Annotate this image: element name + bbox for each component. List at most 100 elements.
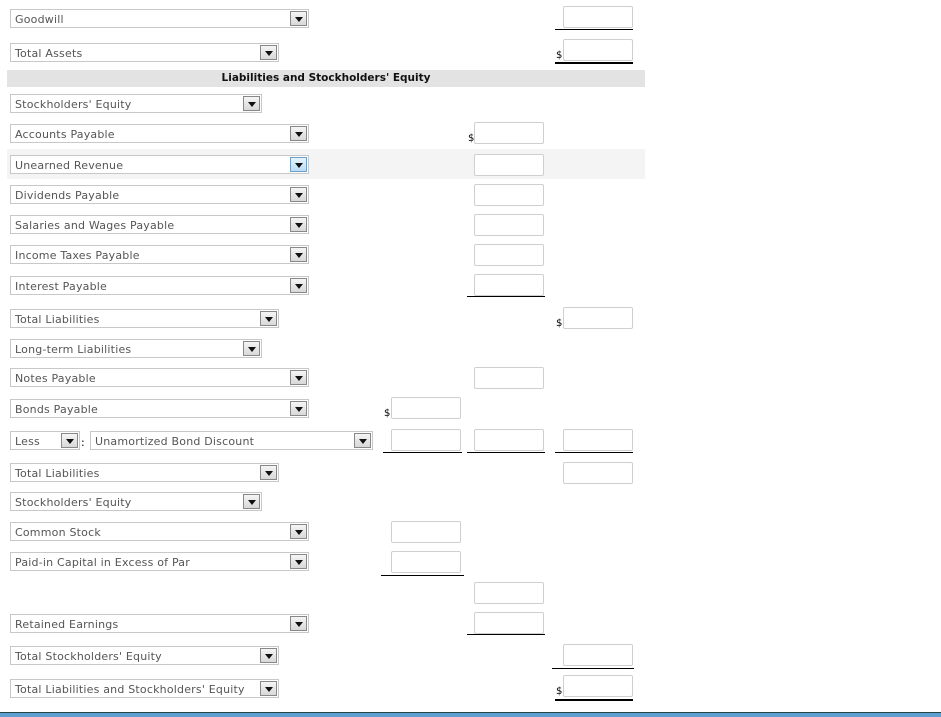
account-select-total-liabilities-equity[interactable]: Total Liabilities and Stockholders' Equi… <box>10 679 279 698</box>
amount-input-income-taxes-payable[interactable] <box>474 244 544 266</box>
amount-input-long-term-total[interactable] <box>563 429 633 451</box>
taskbar <box>0 712 941 717</box>
amount-input-paid-in-total[interactable] <box>474 582 544 604</box>
select-label: Long-term Liabilities <box>15 343 132 356</box>
chevron-down-icon[interactable] <box>260 45 277 60</box>
double-underline <box>555 699 633 701</box>
account-select-section-2[interactable]: Long-term Liabilities <box>10 339 262 358</box>
chevron-down-icon[interactable] <box>61 433 78 448</box>
chevron-down-icon[interactable] <box>260 311 277 326</box>
chevron-down-icon[interactable] <box>290 370 307 385</box>
chevron-down-icon[interactable] <box>260 681 277 696</box>
dollar-sign: $ <box>556 686 563 697</box>
select-label: Stockholders' Equity <box>15 98 132 111</box>
select-label: Stockholders' Equity <box>15 496 132 509</box>
chevron-down-icon[interactable] <box>290 524 307 539</box>
amount-input-salaries-payable[interactable] <box>474 214 544 236</box>
amount-input-bond-discount[interactable] <box>391 429 461 451</box>
account-select-bond-discount[interactable]: Unamortized Bond Discount <box>90 431 373 450</box>
chevron-down-icon[interactable] <box>290 217 307 232</box>
amount-input-total-assets[interactable] <box>563 39 633 61</box>
chevron-down-icon[interactable] <box>260 648 277 663</box>
select-label: Total Assets <box>15 47 83 60</box>
chevron-down-icon[interactable] <box>290 126 307 141</box>
underline <box>555 29 633 30</box>
chevron-down-icon[interactable] <box>290 616 307 631</box>
account-select-retained-earnings[interactable]: Retained Earnings <box>10 614 309 633</box>
account-select-income-taxes-payable[interactable]: Income Taxes Payable <box>10 245 309 264</box>
select-label: Paid-in Capital in Excess of Par <box>15 556 190 569</box>
chevron-down-icon[interactable] <box>243 96 260 111</box>
chevron-down-icon[interactable] <box>290 554 307 569</box>
chevron-down-icon[interactable] <box>290 187 307 202</box>
amount-input-paid-in-capital[interactable] <box>391 551 461 573</box>
account-select-total-assets[interactable]: Total Assets <box>10 43 279 62</box>
select-label: Common Stock <box>15 526 101 539</box>
section-header: Liabilities and Stockholders' Equity <box>7 70 645 87</box>
amount-input-goodwill[interactable] <box>563 6 633 28</box>
account-select-goodwill[interactable]: Goodwill <box>10 9 309 28</box>
account-select-notes-payable[interactable]: Notes Payable <box>10 368 309 387</box>
select-label: Goodwill <box>15 13 64 26</box>
select-label: Total Stockholders' Equity <box>15 650 162 663</box>
colon-separator: : <box>81 436 85 449</box>
account-select-total-liabilities[interactable]: Total Liabilities <box>10 463 279 482</box>
account-select-section-1[interactable]: Stockholders' Equity <box>10 94 262 113</box>
account-select-dividends-payable[interactable]: Dividends Payable <box>10 185 309 204</box>
account-select-salaries-payable[interactable]: Salaries and Wages Payable <box>10 215 309 234</box>
amount-input-total-liabilities[interactable] <box>563 462 633 484</box>
select-label: Notes Payable <box>15 372 96 385</box>
less-select[interactable]: Less <box>10 431 80 450</box>
underline <box>467 296 545 297</box>
account-select-unearned-revenue[interactable]: Unearned Revenue <box>10 155 309 174</box>
select-label: Unearned Revenue <box>15 159 124 172</box>
account-select-total-current-liabilities[interactable]: Total Liabilities <box>10 309 279 328</box>
account-select-common-stock[interactable]: Common Stock <box>10 522 309 541</box>
chevron-down-icon[interactable] <box>243 494 260 509</box>
amount-input-retained-earnings[interactable] <box>474 612 544 634</box>
amount-input-total-liabilities-equity[interactable] <box>563 675 633 697</box>
dollar-sign: $ <box>556 318 563 329</box>
select-label: Accounts Payable <box>15 128 115 141</box>
chevron-down-icon[interactable] <box>290 11 307 26</box>
amount-input-common-stock[interactable] <box>391 521 461 543</box>
underline <box>467 634 545 635</box>
chevron-down-icon[interactable] <box>290 247 307 262</box>
account-select-interest-payable[interactable]: Interest Payable <box>10 276 309 295</box>
chevron-down-icon[interactable] <box>260 465 277 480</box>
amount-input-total-current-liabilities[interactable] <box>563 307 633 329</box>
select-label: Less <box>15 435 40 448</box>
select-label: Total Liabilities <box>15 467 100 480</box>
account-select-total-equity[interactable]: Total Stockholders' Equity <box>10 646 279 665</box>
select-label: Total Liabilities <box>15 313 100 326</box>
amount-input-carrying-value[interactable] <box>474 429 544 451</box>
dollar-sign: $ <box>384 408 391 419</box>
amount-input-unearned-revenue[interactable] <box>474 154 544 176</box>
amount-input-interest-payable[interactable] <box>474 274 544 296</box>
select-label: Retained Earnings <box>15 618 119 631</box>
chevron-down-icon[interactable] <box>290 157 307 172</box>
select-label: Salaries and Wages Payable <box>15 219 175 232</box>
underline <box>467 452 545 453</box>
double-underline <box>555 62 633 64</box>
chevron-down-icon[interactable] <box>290 401 307 416</box>
select-label: Bonds Payable <box>15 403 98 416</box>
account-select-accounts-payable[interactable]: Accounts Payable <box>10 124 309 143</box>
amount-input-notes-payable[interactable] <box>474 367 544 389</box>
select-label: Interest Payable <box>15 280 108 293</box>
account-select-paid-in-capital[interactable]: Paid-in Capital in Excess of Par <box>10 552 309 571</box>
account-select-bonds-payable[interactable]: Bonds Payable <box>10 399 309 418</box>
select-label: Unamortized Bond Discount <box>95 435 255 448</box>
amount-input-total-equity[interactable] <box>563 644 633 666</box>
account-select-section-3[interactable]: Stockholders' Equity <box>10 492 262 511</box>
chevron-down-icon[interactable] <box>290 278 307 293</box>
amount-input-accounts-payable[interactable] <box>474 122 544 144</box>
underline <box>383 452 462 453</box>
chevron-down-icon[interactable] <box>354 433 371 448</box>
chevron-down-icon[interactable] <box>243 341 260 356</box>
underline <box>555 452 633 453</box>
select-label: Dividends Payable <box>15 189 120 202</box>
amount-input-bonds-payable[interactable] <box>391 397 461 419</box>
select-label: Income Taxes Payable <box>15 249 140 262</box>
amount-input-dividends-payable[interactable] <box>474 184 544 206</box>
